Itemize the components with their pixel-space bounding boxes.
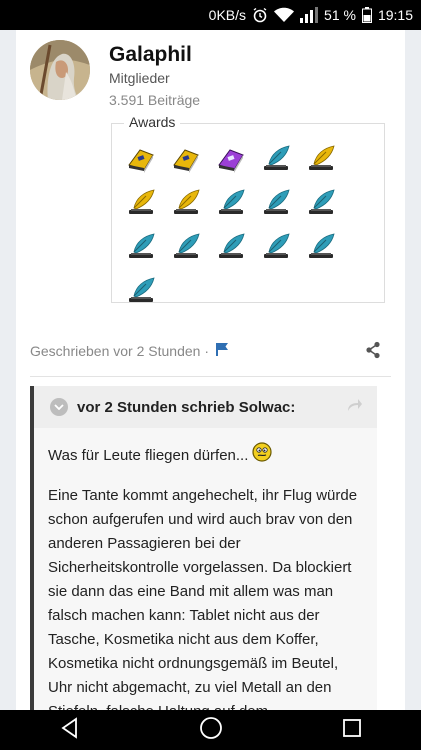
go-to-quote-icon[interactable]	[347, 398, 363, 417]
post-card: Galaphil Mitglieder 3.591 Beiträge Award…	[16, 30, 405, 710]
gold-quill-icon[interactable]	[126, 188, 156, 218]
awards-box: Awards	[111, 114, 385, 306]
recents-nav-icon[interactable]	[342, 718, 362, 743]
quote-line-1: Was für Leute fliegen dürfen...	[48, 442, 363, 470]
avatar[interactable]	[30, 40, 90, 100]
blue-quill-icon[interactable]	[171, 232, 201, 262]
blue-quill-icon[interactable]	[261, 188, 291, 218]
quote-block: vor 2 Stunden schrieb Solwac: Was für Le…	[30, 386, 377, 710]
blue-quill-icon[interactable]	[126, 232, 156, 262]
quote-author-line: vor 2 Stunden schrieb Solwac:	[77, 398, 296, 416]
quote-body: Was für Leute fliegen dürfen... Eine Tan…	[34, 428, 377, 710]
blue-quill-icon[interactable]	[216, 232, 246, 262]
yellow-book-icon[interactable]	[171, 144, 201, 174]
awards-label: Awards	[124, 114, 181, 130]
navigation-bar	[0, 710, 421, 750]
quote-paragraph: Eine Tante kommt angehechelt, ihr Flug w…	[48, 487, 358, 710]
gold-quill-icon[interactable]	[171, 188, 201, 218]
gold-quill-icon[interactable]	[306, 144, 336, 174]
author-name[interactable]: Galaphil	[109, 43, 192, 67]
network-speed: 0KB/s	[208, 7, 247, 23]
blue-quill-icon[interactable]	[306, 188, 336, 218]
author-group: Mitglieder	[109, 70, 170, 86]
post-meta: Geschrieben vor 2 Stunden ·	[30, 342, 229, 359]
post-timestamp[interactable]: Geschrieben vor 2 Stunden ·	[30, 343, 209, 359]
blue-quill-icon[interactable]	[261, 232, 291, 262]
blue-quill-icon[interactable]	[126, 276, 156, 306]
wifi-icon	[274, 7, 295, 23]
back-nav-icon[interactable]	[59, 716, 81, 744]
status-bar: 0KB/s 51 % 19:15	[0, 0, 421, 30]
clock: 19:15	[377, 7, 413, 23]
author-post-count: 3.591 Beiträge	[109, 92, 201, 108]
battery-icon	[361, 7, 372, 23]
purple-book-icon[interactable]	[216, 144, 246, 174]
home-nav-icon[interactable]	[199, 716, 223, 745]
blue-quill-icon[interactable]	[261, 144, 291, 174]
blue-quill-icon[interactable]	[306, 232, 336, 262]
confused-emoji-icon	[252, 442, 272, 470]
quote-line-1-text: Was für Leute fliegen dürfen...	[48, 446, 249, 464]
flag-icon[interactable]	[215, 342, 229, 359]
yellow-book-icon[interactable]	[126, 144, 156, 174]
blue-quill-icon[interactable]	[216, 188, 246, 218]
collapse-toggle-icon[interactable]	[50, 398, 68, 416]
share-icon[interactable]	[365, 341, 381, 359]
signal-icon	[300, 7, 319, 23]
alarm-icon	[252, 7, 268, 23]
quote-header: vor 2 Stunden schrieb Solwac:	[34, 386, 377, 428]
divider	[30, 376, 391, 377]
battery-level: 51 %	[324, 7, 356, 23]
